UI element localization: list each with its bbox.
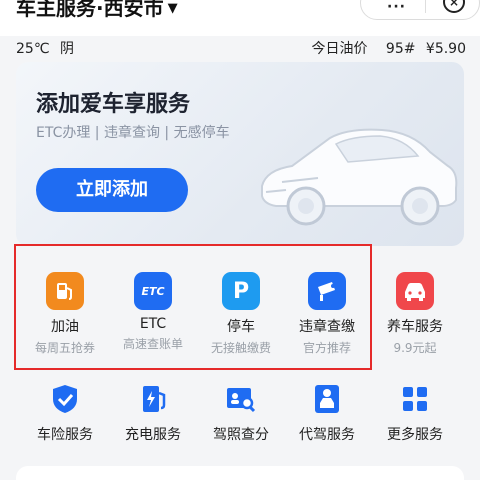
service-label: 加油 [51, 319, 79, 335]
oil-grade: 95# [385, 41, 416, 57]
service-car-maintenance[interactable]: 养车服务 9.9元起 [372, 272, 458, 356]
service-sublabel: 9.9元起 [393, 341, 437, 355]
service-sublabel: 无接触缴费 [210, 341, 271, 355]
more-icon[interactable]: ··· [387, 0, 406, 15]
service-label: 车险服务 [37, 427, 93, 443]
driver-icon [308, 380, 346, 418]
oil-price-value: ¥5.90 [425, 41, 466, 57]
service-parking[interactable]: P 停车 无接触缴费 [198, 272, 284, 356]
car-illustration-icon [261, 128, 458, 226]
service-sublabel: 高速查账单 [122, 337, 183, 351]
parking-icon: P [222, 272, 260, 310]
car-service-icon [396, 272, 434, 310]
service-insurance[interactable]: 车险服务 [22, 380, 108, 444]
banner-subtitle: ETC办理 | 违章查询 | 无感停车 [36, 125, 230, 141]
service-label: 停车 [227, 319, 255, 335]
charging-icon [134, 380, 172, 418]
temperature: 25℃ [16, 41, 50, 57]
service-violation[interactable]: 违章查缴 官方推荐 [284, 272, 370, 356]
service-designated-driver[interactable]: 代驾服务 [284, 380, 370, 444]
add-now-button[interactable]: 立即添加 [36, 168, 188, 212]
service-label: 违章查缴 [299, 319, 355, 335]
service-sublabel: 每周五抢券 [34, 341, 95, 355]
weather-condition: 阴 [60, 41, 74, 57]
etc-icon: ETC [134, 272, 172, 310]
service-sublabel: 官方推荐 [302, 341, 351, 355]
grid-icon [396, 380, 434, 418]
service-label: 驾照查分 [213, 427, 269, 443]
service-label: 养车服务 [387, 319, 443, 335]
oil-price-label: 今日油价 [311, 41, 368, 57]
service-fuel[interactable]: 加油 每周五抢券 [22, 272, 108, 356]
service-more[interactable]: 更多服务 [372, 380, 458, 444]
service-etc[interactable]: ETC ETC 高速查账单 [110, 272, 196, 352]
fuel-pump-icon [46, 272, 84, 310]
bottom-card [16, 466, 464, 480]
top-bar: 车主服务·西安市 ▼ ··· × [0, 0, 480, 36]
chevron-down-icon[interactable]: ▼ [168, 1, 178, 16]
oil-price[interactable]: 今日油价 95# ¥5.90 [305, 38, 466, 58]
shield-check-icon [46, 380, 84, 418]
service-label: 更多服务 [387, 427, 443, 443]
service-license-points[interactable]: 驾照查分 [198, 380, 284, 444]
add-car-banner[interactable]: 添加爱车享服务 ETC办理 | 违章查询 | 无感停车 立即添加 [16, 62, 464, 246]
title-text: 车主服务·西安市 [16, 0, 164, 20]
capsule-divider [425, 0, 426, 13]
page-title[interactable]: 车主服务·西安市 ▼ [16, 0, 178, 21]
service-charging[interactable]: 充电服务 [110, 380, 196, 444]
mini-program-capsule: ··· × [360, 0, 480, 20]
service-label: 充电服务 [125, 427, 181, 443]
service-label: ETC [139, 316, 167, 332]
license-search-icon [222, 380, 260, 418]
service-label: 代驾服务 [299, 427, 355, 443]
camera-icon [308, 272, 346, 310]
banner-title: 添加爱车享服务 [36, 92, 191, 117]
weather-info: 25℃ 阴 [16, 38, 74, 58]
close-icon[interactable]: × [443, 0, 465, 13]
